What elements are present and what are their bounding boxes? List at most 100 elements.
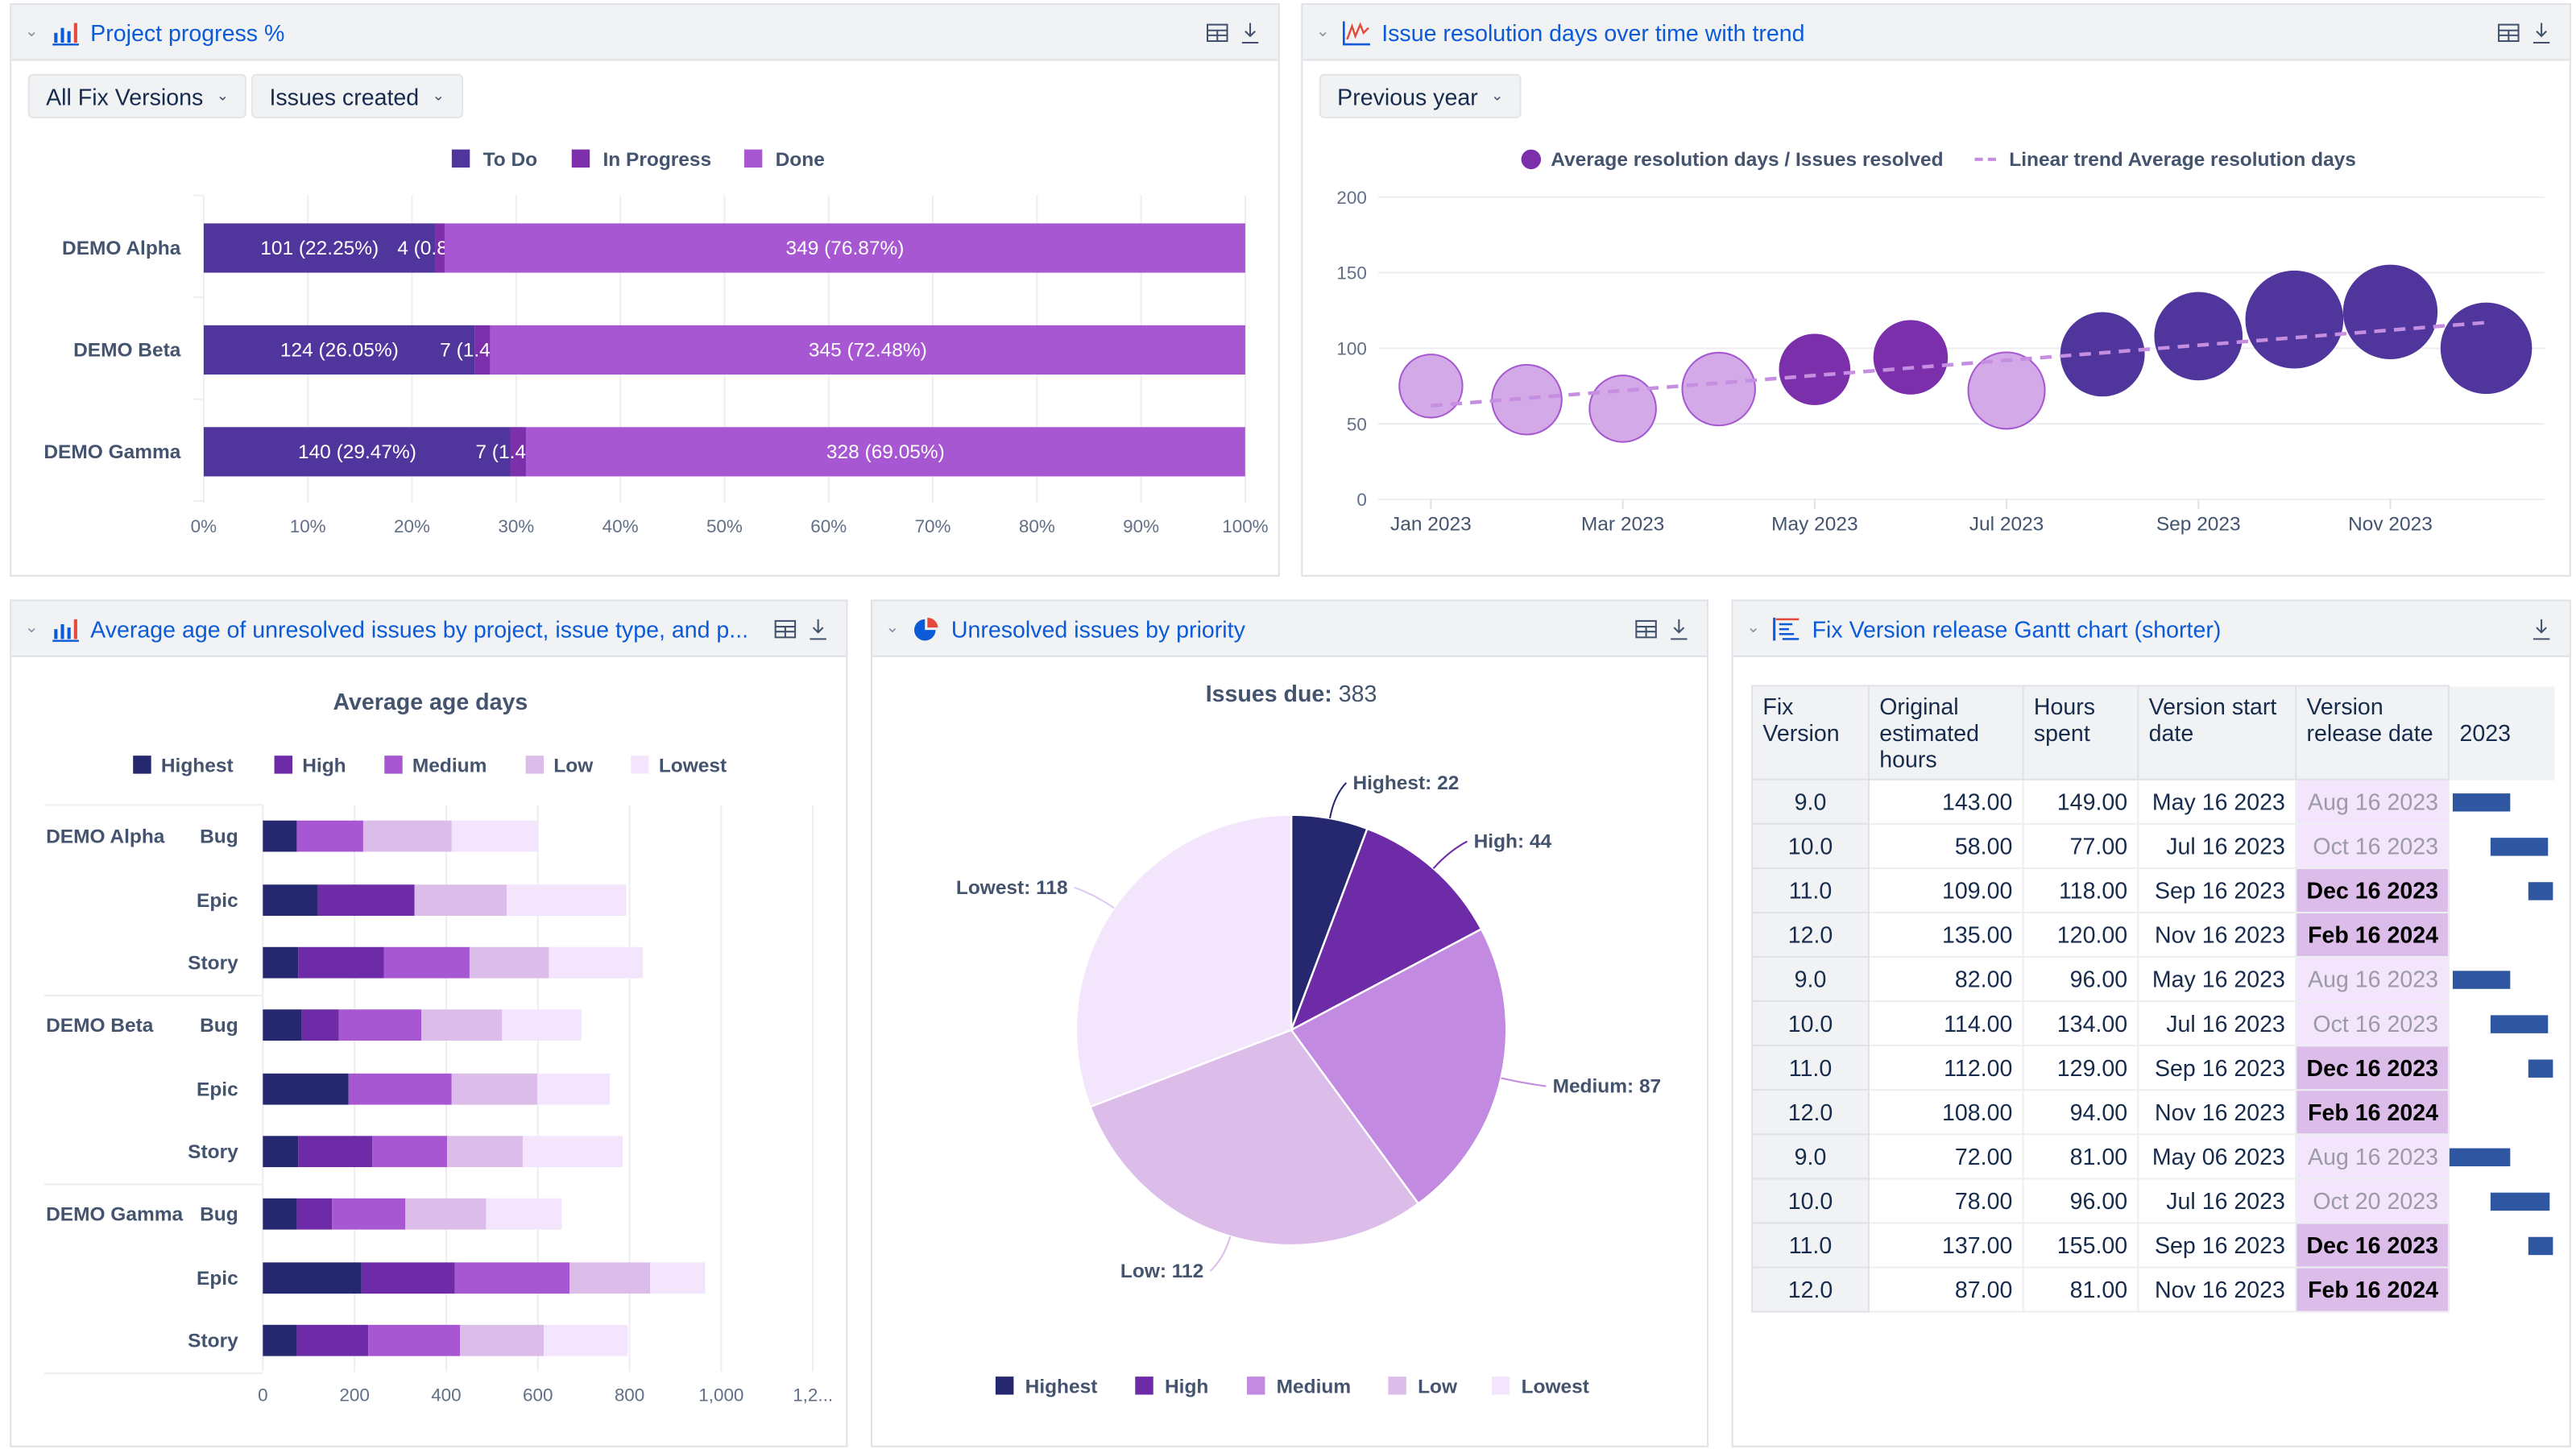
start-date-cell: Jul 16 2023 [2137,1000,2297,1047]
bar-segment [522,1136,623,1168]
download-icon[interactable] [2530,617,2553,640]
resolution-days-panel: ⌄ Issue resolution days over time with t… [1301,3,2571,577]
table-row[interactable]: 9.0 72.00 81.00 May 06 2023 Aug 16 2023 [1751,1133,2554,1180]
bar-segment [544,1324,628,1356]
column-header-hours-spent[interactable]: Hours spent [2022,685,2139,780]
legend-label: Medium [412,756,487,777]
issues-created-dropdown[interactable]: Issues created ⌄ [251,73,463,118]
hours-spent-cell: 129.00 [2022,1045,2139,1091]
bar-segment [263,1073,349,1105]
table-row[interactable]: 9.0 143.00 149.00 May 16 2023 Aug 16 2023 [1751,778,2554,825]
slice-label: High: 44 [1474,831,1552,853]
panel-title[interactable]: Unresolved issues by priority [951,615,1634,642]
legend-swatch [525,756,545,774]
collapse-chevron-icon[interactable]: ⌄ [1746,619,1762,637]
start-date-cell: Sep 16 2023 [2137,1045,2297,1091]
start-date-cell: Sep 16 2023 [2137,867,2297,913]
table-row[interactable]: 11.0 109.00 118.00 Sep 16 2023 Dec 16 2023 [1751,867,2554,913]
table-row[interactable]: 10.0 114.00 134.00 Jul 16 2023 Oct 16 2023 [1751,1000,2554,1047]
gantt-bar[interactable] [2453,970,2510,988]
table-row[interactable]: 10.0 78.00 96.00 Jul 16 2023 Oct 20 2023 [1751,1178,2554,1224]
download-icon[interactable] [1667,617,1691,640]
fix-version-cell: 12.0 [1751,1089,1870,1136]
table-row[interactable]: 12.0 108.00 94.00 Nov 16 2023 Feb 16 2024 [1751,1089,2554,1136]
bar-chart-icon [52,618,79,641]
bar-segment [296,1198,333,1230]
gantt-bar[interactable] [2528,1058,2554,1077]
legend-label: Done [776,149,825,171]
gantt-bar[interactable] [2491,1191,2550,1211]
timeline-cell [2449,1178,2554,1223]
estimated-hours-cell: 72.00 [1867,1133,2024,1180]
column-header-original-estimate[interactable]: Original estimated hours [1867,685,2024,780]
gantt-bar[interactable] [2528,1236,2554,1255]
table-header-row: Fix Version Original estimated hours Hou… [1751,685,2554,780]
issue-type-label: Bug [200,1015,238,1037]
table-row[interactable]: 9.0 82.00 96.00 May 16 2023 Aug 16 2023 [1751,955,2554,1003]
table-row[interactable]: 10.0 58.00 77.00 Jul 16 2023 Oct 16 2023 [1751,822,2554,869]
release-date-cell: Aug 16 2023 [2295,778,2450,825]
bar-segment [362,820,452,852]
collapse-chevron-icon[interactable]: ⌄ [25,619,41,637]
bar-segment [298,1136,373,1168]
issue-type-label: Story [188,1330,238,1352]
table-view-icon[interactable] [2497,20,2520,43]
panel-title[interactable]: Fix Version release Gantt chart (shorter… [1812,615,2530,642]
fix-version-cell: 11.0 [1751,1045,1870,1091]
timeline-cell [2449,1090,2554,1134]
collapse-chevron-icon[interactable]: ⌄ [25,23,41,41]
project-progress-panel: ⌄ Project progress % All Fix Versions ⌄ I… [10,3,1280,577]
fix-version-cell: 9.0 [1751,1133,1870,1180]
gantt-bar[interactable] [2528,881,2554,900]
label-leader-line [1074,886,1115,909]
download-icon[interactable] [2530,20,2553,43]
column-header-start-date[interactable]: Version start date [2137,685,2297,780]
release-date-cell: Dec 16 2023 [2295,1222,2450,1269]
y-tick-label: 200 [1336,188,1366,208]
gantt-bar[interactable] [2491,837,2548,855]
legend-swatch [571,149,590,168]
bar-segment [549,946,644,979]
bubble-point [1588,375,1657,443]
hours-spent-cell: 94.00 [2022,1089,2139,1136]
table-row[interactable]: 12.0 135.00 120.00 Nov 16 2023 Feb 16 2024 [1751,911,2554,958]
download-icon[interactable] [1239,20,1262,43]
estimated-hours-cell: 58.00 [1867,822,2024,869]
panel-header: ⌄ Unresolved issues by priority [872,601,1708,657]
chart-title: Average age days [333,689,528,715]
table-row[interactable]: 11.0 112.00 129.00 Sep 16 2023 Dec 16 2023 [1751,1045,2554,1091]
fix-versions-dropdown[interactable]: All Fix Versions ⌄ [27,73,247,118]
download-icon[interactable] [806,617,830,640]
table-view-icon[interactable] [774,617,797,640]
bar-segment [451,820,539,852]
timeline-cell [2449,1267,2554,1311]
legend-swatch [451,149,470,168]
table-view-icon[interactable] [1206,20,1229,43]
gantt-bar[interactable] [2449,1147,2510,1166]
legend-label: Low [1418,1376,1458,1397]
gantt-bar[interactable] [2491,1014,2548,1033]
column-header-fix-version[interactable]: Fix Version [1751,685,1870,780]
table-row[interactable]: 12.0 87.00 81.00 Nov 16 2023 Feb 16 2024 [1751,1266,2554,1313]
gantt-bar[interactable] [2453,793,2510,811]
issue-type-label: Bug [200,826,238,847]
column-header-release-date[interactable]: Version release date [2295,685,2450,780]
bar-segment [296,820,363,852]
table-view-icon[interactable] [1634,617,1658,640]
line-chart-icon [1342,20,1370,45]
period-dropdown[interactable]: Previous year ⌄ [1319,73,1522,118]
bar-segment [421,1009,503,1041]
panel-title[interactable]: Project progress % [90,19,1206,45]
category-label: DEMO Beta [73,340,181,362]
bubble-point [1681,351,1756,427]
collapse-chevron-icon[interactable]: ⌄ [885,619,901,637]
estimated-hours-cell: 137.00 [1867,1222,2024,1269]
bar-segment [298,946,384,979]
panel-title[interactable]: Issue resolution days over time with tre… [1381,19,2497,45]
x-tick-label: May 2023 [1771,514,1857,536]
panel-title[interactable]: Average age of unresolved issues by proj… [90,615,773,642]
average-age-chart: Average age days Highest High Medium Low Lowe… [44,689,833,1406]
collapse-chevron-icon[interactable]: ⌄ [1316,23,1332,41]
x-tick-label: 600 [523,1385,553,1406]
table-row[interactable]: 11.0 137.00 155.00 Sep 16 2023 Dec 16 2023 [1751,1222,2554,1269]
